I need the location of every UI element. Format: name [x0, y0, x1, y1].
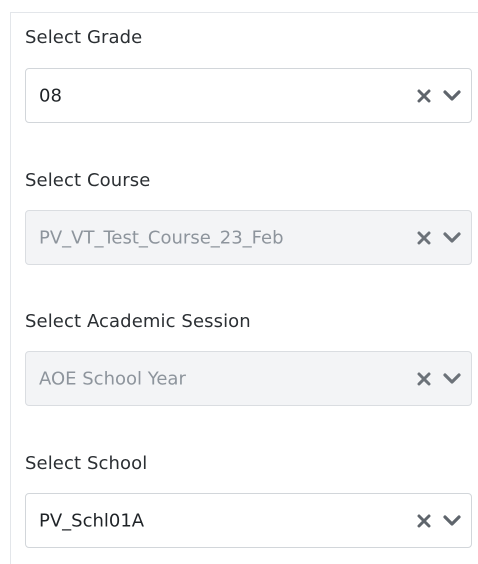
chevron-down-icon[interactable]: [443, 372, 461, 386]
clear-x-icon[interactable]: [417, 231, 431, 245]
clear-x-icon[interactable]: [417, 372, 431, 386]
academic-session-label: Select Academic Session: [25, 311, 251, 332]
chevron-down-icon[interactable]: [443, 514, 461, 528]
clear-x-icon[interactable]: [417, 89, 431, 103]
chevron-down-icon[interactable]: [443, 231, 461, 245]
academic-session-select-value: AOE School Year: [39, 368, 186, 389]
school-select-value: PV_Schl01A: [39, 510, 145, 531]
chevron-down-icon[interactable]: [443, 89, 461, 103]
grade-label: Select Grade: [25, 27, 143, 48]
grade-select[interactable]: 08: [25, 68, 472, 123]
school-select[interactable]: PV_Schl01A: [25, 493, 472, 548]
grade-select-value: 08: [39, 85, 62, 106]
clear-x-icon[interactable]: [417, 514, 431, 528]
school-label: Select School: [25, 453, 148, 474]
course-select[interactable]: PV_VT_Test_Course_23_Feb: [25, 210, 472, 265]
course-select-value: PV_VT_Test_Course_23_Feb: [39, 227, 284, 248]
academic-session-select[interactable]: AOE School Year: [25, 351, 472, 406]
filter-panel: Select Grade 08 Select Course PV_VT_Test…: [10, 12, 478, 564]
course-label: Select Course: [25, 170, 151, 191]
